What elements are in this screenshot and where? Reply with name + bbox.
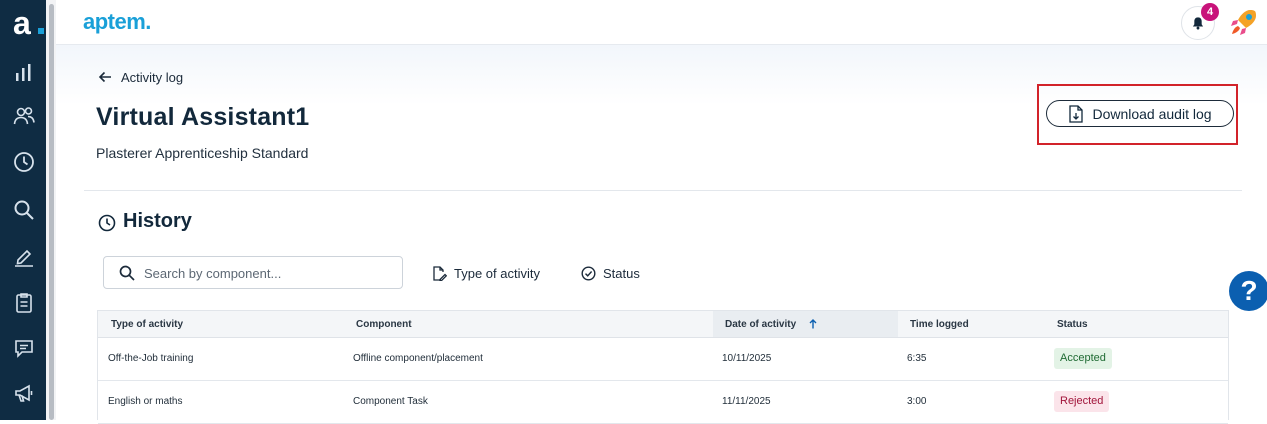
search-icon (119, 265, 135, 281)
check-circle-icon (581, 265, 596, 281)
help-button[interactable]: ? (1229, 271, 1267, 311)
status-badge: Accepted (1054, 348, 1112, 369)
cell-component: Offline component/placement (353, 353, 483, 364)
arrow-left-icon (98, 71, 111, 83)
table-row[interactable]: Off-the-Job training Offline component/p… (98, 338, 1228, 381)
file-edit-icon (433, 265, 447, 281)
table-row[interactable]: English or maths Component Task 11/11/20… (98, 381, 1228, 424)
search-box[interactable] (103, 256, 403, 289)
cell-type: English or maths (108, 396, 183, 407)
main-content: Activity log Virtual Assistant1 Plastere… (56, 45, 1267, 424)
cell-date: 11/11/2025 (722, 396, 771, 407)
pen-icon[interactable] (13, 245, 35, 267)
type-of-activity-filter[interactable]: Type of activity (432, 264, 540, 282)
top-header: aptem. 4 (56, 0, 1267, 45)
file-download-icon (1069, 104, 1084, 123)
page-title: Virtual Assistant1 (96, 103, 310, 131)
people-icon[interactable] (13, 105, 35, 127)
cell-time: 6:35 (907, 353, 927, 364)
back-link-label: Activity log (121, 69, 184, 85)
svg-text:a: a (13, 8, 31, 40)
clock-icon[interactable] (13, 151, 35, 173)
column-header-date[interactable]: Date of activity (725, 319, 796, 330)
page-subtitle: Plasterer Apprenticeship Standard (96, 145, 309, 161)
megaphone-icon[interactable] (13, 382, 35, 404)
cell-date: 10/11/2025 (722, 353, 772, 364)
reports-icon[interactable] (13, 62, 35, 84)
column-header-type[interactable]: Type of activity (111, 319, 183, 330)
download-audit-log-button[interactable]: Download audit log (1046, 100, 1234, 127)
search-input[interactable] (144, 263, 394, 283)
column-header-component[interactable]: Component (356, 319, 412, 330)
section-divider (84, 190, 1242, 191)
cell-type: Off-the-Job training (108, 353, 194, 364)
aptem-logo-icon[interactable]: a (13, 8, 45, 40)
download-audit-log-label: Download audit log (1092, 105, 1212, 122)
left-navigation: a (0, 0, 46, 420)
table-header: Type of activity Component Date of activ… (98, 311, 1228, 338)
chat-icon[interactable] (13, 337, 35, 359)
status-filter-label: Status (603, 265, 640, 281)
rocket-icon[interactable] (1228, 6, 1260, 38)
status-filter[interactable]: Status (581, 264, 640, 282)
search-icon[interactable] (13, 199, 35, 221)
cell-component: Component Task (353, 396, 428, 407)
clipboard-icon[interactable] (13, 292, 35, 314)
back-link[interactable]: Activity log (98, 68, 183, 86)
sort-ascending-icon[interactable] (809, 319, 817, 329)
history-table: Type of activity Component Date of activ… (97, 310, 1229, 424)
status-badge: Rejected (1054, 391, 1110, 412)
column-header-status[interactable]: Status (1057, 319, 1088, 330)
scrollbar-thumb[interactable] (49, 4, 54, 420)
notification-count-badge: 4 (1201, 3, 1219, 21)
history-heading: History (123, 210, 192, 232)
column-header-time[interactable]: Time logged (910, 319, 969, 330)
type-of-activity-filter-label: Type of activity (454, 265, 540, 281)
history-icon (98, 214, 116, 232)
cell-time: 3:00 (907, 396, 927, 407)
brand-logo[interactable]: aptem. (83, 9, 151, 35)
